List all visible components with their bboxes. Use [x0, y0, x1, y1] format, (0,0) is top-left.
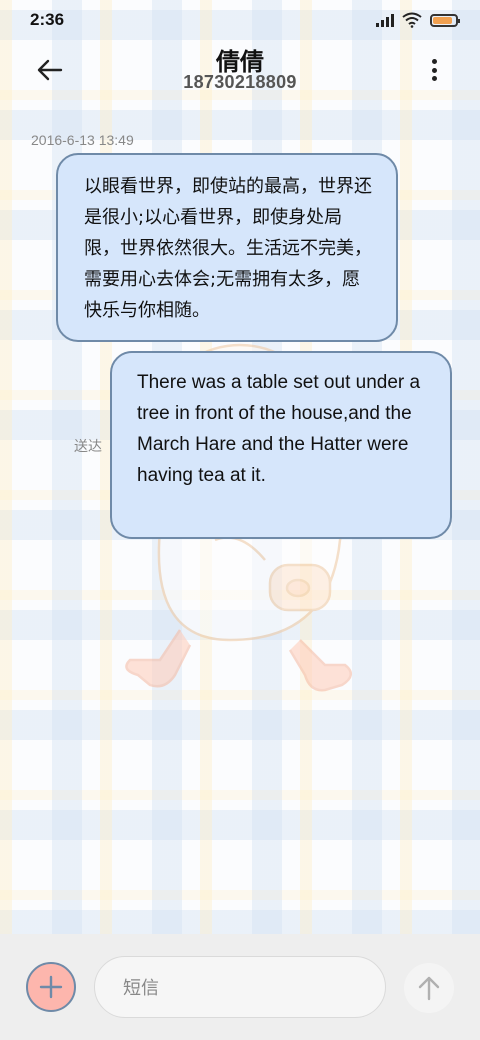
status-time: 2:36: [30, 10, 65, 29]
sms-input[interactable]: 短信: [94, 956, 386, 1018]
more-options-button[interactable]: [422, 56, 446, 84]
conversation-header: 倩倩 18730218809: [0, 40, 480, 100]
wifi-icon: [402, 12, 422, 28]
received-message-text: 以眼看世界，即使站的最高，世界还是很小;以心看世界，即使身处局限，世界依然很大。…: [84, 176, 372, 321]
status-icons: [376, 12, 460, 28]
send-arrow-icon: [418, 976, 440, 1001]
received-message-bubble[interactable]: 以眼看世界，即使站的最高，世界还是很小;以心看世界，即使身处局限，世界依然很大。…: [56, 153, 398, 342]
status-bar: 2:36: [0, 0, 480, 40]
add-attachment-button[interactable]: [26, 962, 76, 1012]
sent-message-bubble[interactable]: There was a table set out under a tree i…: [110, 351, 452, 539]
plus-icon: [39, 975, 63, 999]
message-timestamp: 2016-6-13 13:49: [31, 132, 134, 148]
sent-message-text: There was a table set out under a tree i…: [137, 372, 421, 486]
battery-icon: [430, 13, 460, 27]
delivery-status: 送达: [74, 439, 102, 455]
more-vertical-icon: [431, 59, 437, 64]
sms-input-placeholder: 短信: [123, 978, 159, 999]
contact-number: 18730218809: [183, 72, 297, 92]
signal-icon: [376, 13, 394, 27]
send-button[interactable]: [404, 963, 454, 1013]
